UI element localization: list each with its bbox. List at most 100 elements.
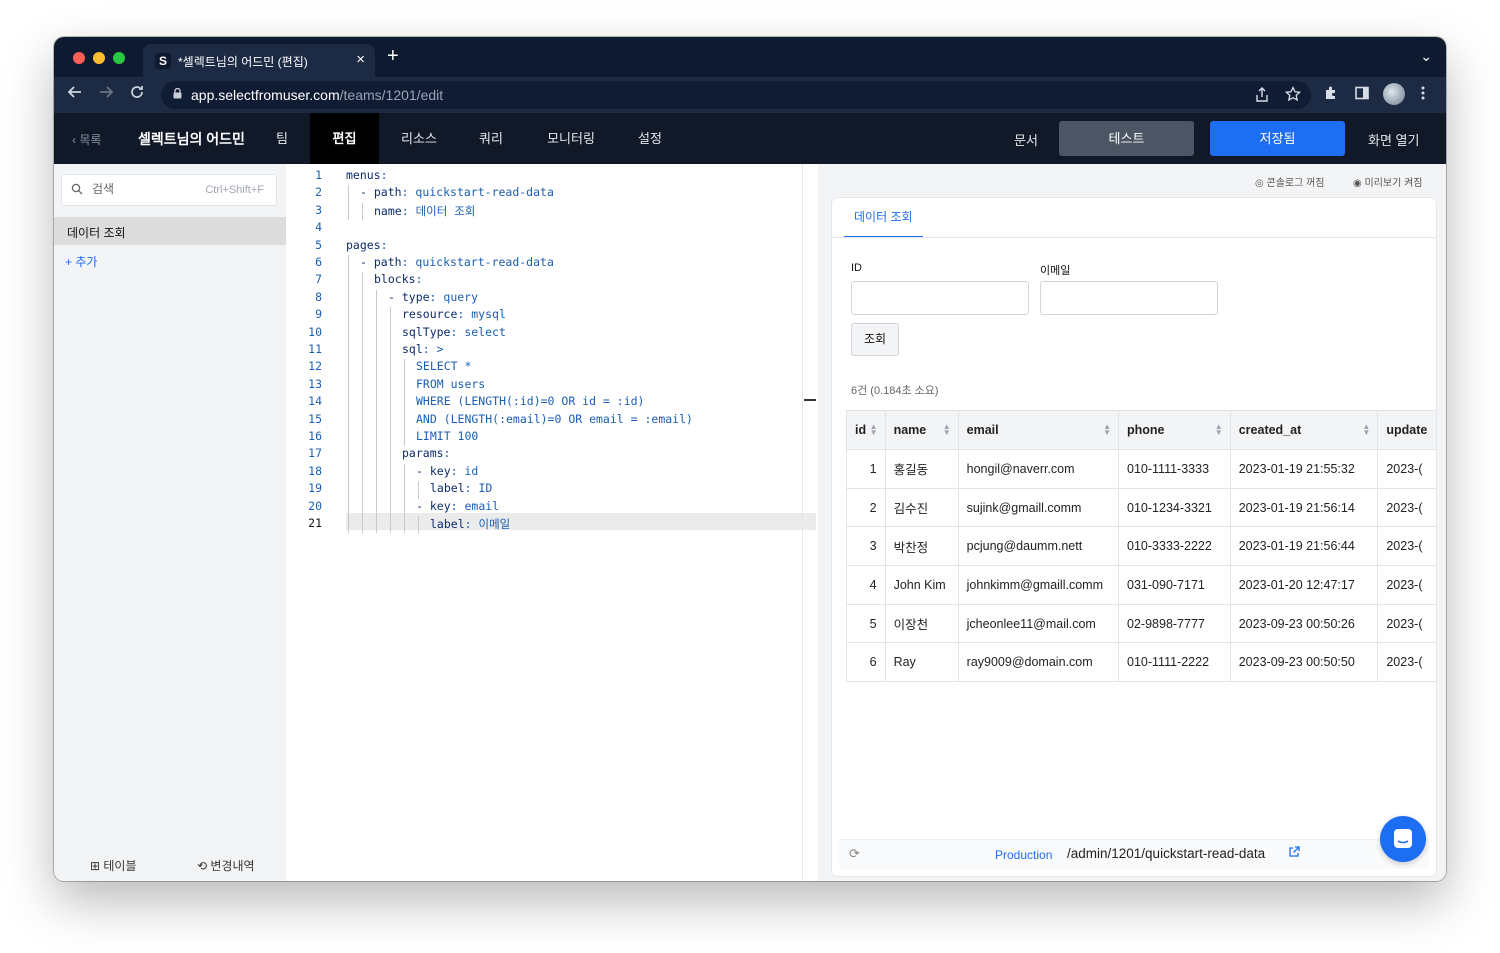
extensions-icon[interactable] [1323,85,1339,106]
profile-avatar[interactable] [1383,83,1405,105]
kebab-menu-icon[interactable] [1421,85,1425,106]
back-arrow-icon[interactable] [67,84,83,104]
sort-icon[interactable]: ▲ ▼ [943,423,951,437]
nav-settings[interactable]: 설정 [625,113,675,164]
table-view-button[interactable]: ⊞ 테이블 [90,857,137,874]
console-log-toggle[interactable]: ◎ 콘솔로그 꺼짐 [1255,174,1324,189]
indent-guide [376,463,377,482]
table-cell: 6 [846,642,886,682]
yaml-key: sql [402,342,423,356]
table-cell: johnkimm@gmaill.comm [957,565,1120,605]
table-row[interactable]: 6 Ray ray9009@domain.com 010-1111-2222 2023-… [846,642,1436,682]
nav-resources[interactable]: 리소스 [389,113,449,164]
indent-guide [376,411,377,429]
chat-support-button[interactable] [1380,816,1426,862]
nav-edit[interactable]: 편집 [310,113,379,164]
save-button[interactable]: 저장됨 [1210,121,1345,156]
table-cell: 2023-01-19 21:56:14 [1229,487,1379,528]
nav-query[interactable]: 쿼리 [468,113,514,164]
indent-guide [390,307,391,325]
change-history-button[interactable]: ⟲ 변경내역 [197,857,255,874]
sidebar-search[interactable]: Ctrl+Shift+F [61,174,277,206]
reload-icon[interactable] [129,84,145,104]
table-cell: 2023-09-23 00:50:26 [1229,603,1379,644]
yaml-value: mysql [464,307,506,322]
table-row[interactable]: 4 John Kim johnkimm@gmaill.comm 031-090-717… [846,565,1436,605]
column-header[interactable]: email ▲ ▼ [957,410,1120,450]
search-input[interactable] [92,182,192,196]
yaml-value: id [457,463,479,478]
external-link-icon[interactable] [1288,846,1300,861]
code-line: blocks: [374,272,422,286]
address-bar[interactable]: app.selectfromuser.com/teams/1201/edit [161,81,1311,109]
new-tab-button[interactable]: + [387,46,399,66]
close-icon[interactable]: × [356,51,365,68]
nav-team[interactable]: 팀 [262,113,302,164]
open-screen-link[interactable]: 화면 열기 [1368,130,1419,149]
indent-guide [376,289,377,308]
indent-guide [362,272,363,290]
yaml-key: - type [388,289,430,304]
split-resizer[interactable] [818,164,825,881]
nav-monitoring[interactable]: 모니터링 [536,113,606,164]
line-number: 9 [315,307,322,322]
tab-data-view[interactable]: 데이터 조회 [844,198,923,238]
search-shortcut: Ctrl+Shift+F [205,184,264,196]
add-menu-button[interactable]: + 추가 [65,253,97,270]
docs-link[interactable]: 문서 [1014,130,1038,149]
share-icon[interactable] [1255,87,1269,108]
editor-scrollbar[interactable] [802,164,803,881]
query-button[interactable]: 조회 [851,323,899,356]
result-table: id ▲ ▼ name ▲ ▼ email ▲ ▼ phone ▲ ▼ created_at ▲ ▼ upda… [846,410,1436,682]
table-row[interactable]: 2 김수진 sujink@gmaill.comm 010-1234-3321 2023-… [846,487,1436,528]
sort-icon[interactable]: ▲ ▼ [1103,423,1111,437]
table-row[interactable]: 3 박찬정 pcjung@daumm.nett 010-3333-2222 2023-0… [846,526,1436,567]
chevron-down-icon[interactable]: ⌄ [1420,48,1432,65]
indent-guide [390,429,391,447]
line-number: 6 [315,255,322,269]
maximize-window-button[interactable] [113,52,125,64]
table-row[interactable]: 1 홍길동 hongil@naverr.com 010-1111-3333 2023-0… [846,449,1436,489]
yaml-value: FROM users [416,376,486,391]
indent-guide [348,516,349,534]
browser-window: S *셀렉트님의 어드민 (편집) × + ⌄ app.selectfromus… [54,37,1446,881]
column-header[interactable]: name ▲ ▼ [884,410,959,450]
sidepanel-icon[interactable] [1354,85,1370,106]
sort-icon[interactable]: ▲ ▼ [1215,423,1223,437]
minimize-window-button[interactable] [93,52,105,64]
sort-icon[interactable]: ▲ ▼ [1362,423,1370,437]
sidebar-item-data-view[interactable]: 데이터 조회 [54,217,286,245]
id-field[interactable] [851,281,1029,315]
test-button[interactable]: 테스트 [1059,121,1194,156]
back-to-list-link[interactable]: ‹ 목록 [72,131,101,148]
email-field[interactable] [1040,281,1218,315]
column-header[interactable]: id ▲ ▼ [846,410,886,450]
column-header[interactable]: phone ▲ ▼ [1118,410,1231,450]
line-number: 21 [308,516,322,530]
preview-toggle[interactable]: ◉ 미리보기 켜짐 [1353,174,1422,189]
refresh-icon[interactable]: ⟳ [849,846,860,862]
sort-icon[interactable]: ▲ ▼ [870,423,878,437]
table-cell: 2023-( [1377,487,1436,528]
indent-guide [348,359,349,377]
code-line: SELECT * [416,359,471,373]
column-header[interactable]: update [1377,410,1436,450]
indent-guide [362,498,363,516]
column-header-label: id [855,423,867,437]
table-cell: 2023-01-19 21:56:44 [1229,526,1379,567]
column-header[interactable]: created_at ▲ ▼ [1229,410,1379,450]
indent-guide [376,359,377,377]
line-number: 3 [315,202,322,217]
line-number: 10 [308,324,322,339]
line-number: 14 [308,394,322,409]
line-number: 17 [308,446,322,461]
browser-tab[interactable]: S *셀렉트님의 어드민 (편집) × [143,44,375,77]
star-icon[interactable] [1284,85,1302,107]
table-row[interactable]: 5 이장천 jcheonlee11@mail.com 02-9898-7777 2023… [846,603,1436,644]
code-editor[interactable]: 1 2 3 4 5 6 7 8 9 10 11 12 13 14 15 16 17 18 19 20 21 menus:… [286,164,818,881]
yaml-key: menus [346,168,381,182]
forward-arrow-icon[interactable] [98,84,114,104]
indent-guide [362,289,363,308]
overview-ruler-mark [804,399,816,401]
close-window-button[interactable] [73,52,85,64]
